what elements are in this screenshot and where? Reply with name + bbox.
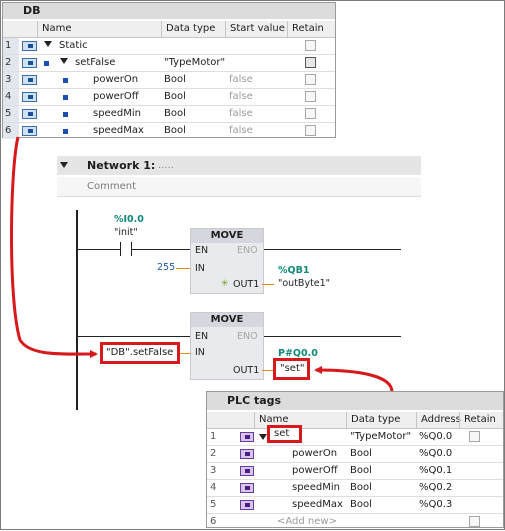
plc-address-cell[interactable]: %Q0.3 [419,497,452,513]
arrow-db-to-in [10,136,98,359]
plc-name-cell-set[interactable]: set [274,428,289,439]
plc-tags-table: PLC tags Name Data type Address Retain 1… [206,391,504,528]
row-number: 3 [210,465,217,476]
tag-icon [240,483,254,493]
plc-type-cell[interactable]: Bool [350,497,372,513]
plc-col-retain[interactable]: Retain [459,412,503,428]
row-number: 2 [210,448,217,459]
row-number: 4 [210,482,217,493]
plc-type-cell[interactable]: Bool [350,446,372,462]
tag-icon [240,432,254,442]
row-number: 5 [210,499,217,510]
expand-arrow-icon[interactable] [259,434,267,440]
retain-checkbox[interactable] [469,516,480,527]
retain-checkbox[interactable] [469,431,480,442]
plc-col-address[interactable]: Address [416,412,461,428]
plc-row-set[interactable]: 1 "TypeMotor" %Q0.0 [207,429,503,446]
plc-name-cell[interactable]: speedMin [292,480,340,496]
plc-title: PLC tags [207,392,503,410]
plc-type-cell[interactable]: Bool [350,463,372,479]
plc-address-cell[interactable]: %Q0.1 [419,463,452,479]
plc-type-cell[interactable]: Bool [350,480,372,496]
plc-name-cell[interactable]: speedMax [292,497,343,513]
plc-address-cell[interactable]: %Q0.0 [419,429,452,445]
plc-row-speedmax[interactable]: 5 speedMax Bool %Q0.3 [207,497,503,514]
row-number: 6 [210,516,217,527]
tag-icon [240,449,254,459]
plc-row-poweroff[interactable]: 3 powerOff Bool %Q0.1 [207,463,503,480]
plc-type-cell[interactable]: "TypeMotor" [350,429,411,445]
add-new-cell[interactable]: <Add new> [277,514,337,530]
plc-row-speedmin[interactable]: 4 speedMin Bool %Q0.2 [207,480,503,497]
plc-row-poweron[interactable]: 2 powerOn Bool %Q0.0 [207,446,503,463]
plc-address-cell[interactable]: %Q0.2 [419,480,452,496]
plc-row-add-new[interactable]: 6 <Add new> [207,514,503,531]
plc-name-cell[interactable]: powerOn [292,446,337,462]
plc-name-cell[interactable]: powerOff [292,463,338,479]
plc-address-cell[interactable]: %Q0.0 [419,446,452,462]
plc-col-datatype[interactable]: Data type [346,412,416,428]
tag-icon [240,466,254,476]
row-number: 1 [210,431,217,442]
tag-icon [240,500,254,510]
plc-header-row: Name Data type Address Retain [207,412,503,429]
